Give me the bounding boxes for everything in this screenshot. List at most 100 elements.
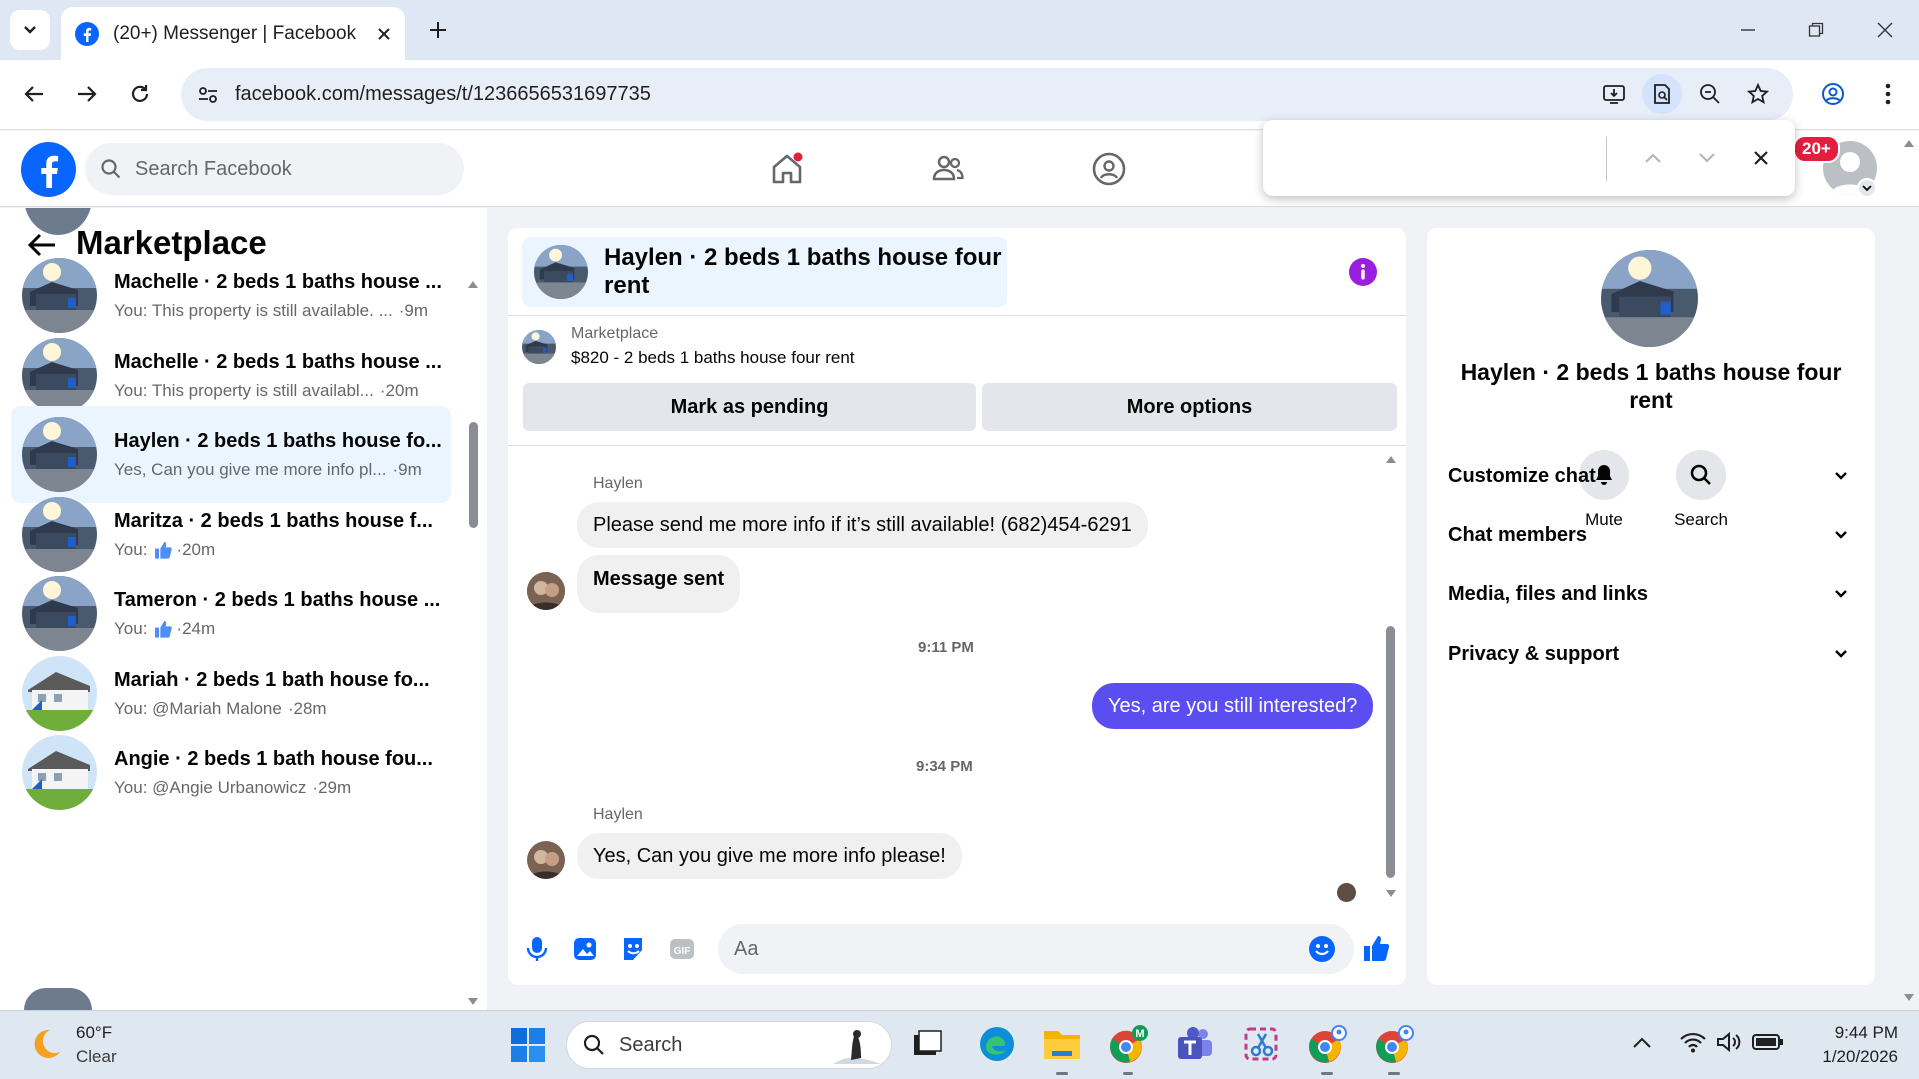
find-input[interactable] — [1277, 134, 1597, 182]
page-search-button[interactable] — [1642, 74, 1682, 114]
clock-date[interactable]: 1/20/2026 — [1780, 1047, 1898, 1067]
page-scroll-down-icon[interactable] — [1902, 992, 1916, 1004]
message-input[interactable]: Aa — [718, 924, 1354, 974]
info-icon[interactable] — [1348, 257, 1378, 287]
scroll-down-icon[interactable] — [466, 996, 480, 1008]
message-bubble-outgoing[interactable]: Yes, are you still interested? — [1092, 683, 1374, 729]
nav-home[interactable] — [751, 141, 823, 197]
page-scroll-up-icon[interactable] — [1902, 137, 1916, 149]
marketplace-listing[interactable]: Marketplace $820 - 2 beds 1 baths house … — [522, 325, 855, 368]
clock-time[interactable]: 9:44 PM — [1780, 1023, 1898, 1043]
reload-button[interactable] — [120, 74, 160, 114]
conversation-preview-line: You: · 20m — [114, 540, 433, 560]
find-in-page-bar — [1263, 120, 1795, 196]
message-bubble-incoming[interactable]: Message sent — [577, 555, 741, 613]
details-section-customize-chat[interactable]: Customize chat — [1448, 454, 1848, 498]
moon-weather-icon[interactable] — [28, 1026, 64, 1062]
more-options-button[interactable]: More options — [982, 383, 1397, 431]
conversation-time: 20m — [182, 539, 216, 559]
install-app-button[interactable] — [1594, 74, 1634, 114]
message-bubble-incoming[interactable]: Please send me more info if it’s still a… — [577, 502, 1148, 548]
nav-groups[interactable] — [1073, 141, 1145, 197]
facebook-search-bar[interactable]: Search Facebook — [85, 143, 464, 195]
close-tab-icon[interactable] — [377, 27, 391, 41]
chrome-profile-2-icon[interactable] — [1374, 1025, 1414, 1065]
conversation-preview-line: You: @Mariah Malone · 28m — [114, 699, 430, 719]
browser-tab[interactable]: (20+) Messenger | Facebook — [61, 7, 405, 60]
profile-button[interactable] — [1813, 74, 1853, 114]
close-icon — [1877, 22, 1893, 38]
conversation-preview-line: You: This property is still available. .… — [114, 301, 442, 321]
scrollbar-thumb[interactable] — [469, 422, 478, 528]
arrow-right-icon — [78, 86, 97, 102]
details-section-privacy-support[interactable]: Privacy & support — [1448, 632, 1848, 676]
section-label: Privacy & support — [1448, 642, 1620, 665]
sender-avatar — [527, 572, 565, 610]
details-section-chat-members[interactable]: Chat members — [1448, 513, 1848, 557]
forward-button[interactable] — [67, 74, 107, 114]
nav-friends[interactable] — [912, 141, 984, 197]
scroll-up-icon[interactable] — [466, 278, 480, 290]
volume-icon[interactable] — [1716, 1031, 1742, 1053]
minimize-icon — [1741, 29, 1755, 31]
timestamp: 9:34 PM — [916, 758, 973, 775]
find-next-button[interactable] — [1687, 138, 1727, 178]
section-label: Customize chat — [1448, 464, 1596, 487]
site-info-icon[interactable] — [197, 84, 219, 106]
chevron-up-icon[interactable] — [1632, 1035, 1652, 1049]
chat-scrollbar-thumb[interactable] — [1386, 626, 1395, 878]
conversation-name: Haylen · 2 beds 1 baths house fo... — [114, 429, 442, 452]
seen-indicator-avatar — [1337, 883, 1356, 902]
scroll-up-icon[interactable] — [1384, 453, 1398, 465]
tab-title: (20+) Messenger | Facebook — [113, 22, 357, 44]
account-menu-chevron[interactable] — [1857, 178, 1877, 198]
minimize-button[interactable] — [1725, 12, 1771, 48]
search-highlight-icon — [833, 1030, 881, 1064]
find-previous-button[interactable] — [1633, 138, 1673, 178]
scrollbar-track[interactable] — [466, 278, 480, 1008]
mark-as-pending-button[interactable]: Mark as pending — [523, 383, 976, 431]
wifi-icon[interactable] — [1680, 1031, 1706, 1053]
windows-start-icon[interactable] — [510, 1027, 546, 1063]
person-photo-icon — [527, 841, 565, 879]
chrome-profile-m-icon[interactable]: M — [1108, 1025, 1148, 1065]
browser-menu-button[interactable] — [1868, 74, 1908, 114]
scroll-down-icon[interactable] — [1384, 888, 1398, 900]
snipping-tool-icon[interactable] — [1242, 1025, 1280, 1063]
microphone-icon[interactable] — [524, 935, 550, 963]
new-tab-button[interactable] — [420, 12, 456, 48]
conversation-preview-line: You: This property is still availabl... ·… — [114, 381, 442, 401]
tab-list-button[interactable] — [10, 10, 50, 50]
thumbs-up-icon[interactable] — [1361, 933, 1391, 963]
chat-header[interactable]: Haylen · 2 beds 1 baths house four rent — [522, 237, 1007, 307]
bookmark-button[interactable] — [1738, 74, 1778, 114]
conversation-preview-line: You: · 24m — [114, 619, 440, 639]
details-section-media-files-and-links[interactable]: Media, files and links — [1448, 572, 1848, 616]
zoom-button[interactable] — [1690, 74, 1730, 114]
conversation-row[interactable]: Angie · 2 beds 1 bath house fou... You: @… — [11, 724, 451, 821]
find-close-button[interactable] — [1741, 138, 1781, 178]
sticker-icon[interactable] — [620, 935, 646, 963]
restore-button[interactable] — [1793, 12, 1839, 48]
thumbs-up-icon — [155, 541, 173, 559]
close-window-button[interactable] — [1862, 12, 1908, 48]
plus-icon — [430, 22, 446, 38]
emoji-icon[interactable] — [1308, 935, 1336, 963]
kebab-menu-icon — [1885, 83, 1891, 105]
listing-thumbnail — [522, 330, 556, 364]
address-bar[interactable]: facebook.com/messages/t/1236656531697735 — [181, 68, 1793, 121]
gif-icon[interactable]: GIF — [668, 935, 696, 963]
conversation-avatar — [22, 338, 97, 413]
message-bubble-incoming[interactable]: Yes, Can you give me more info please! — [577, 833, 962, 879]
teams-icon[interactable] — [1176, 1025, 1214, 1063]
find-divider — [1606, 137, 1607, 181]
file-explorer-icon[interactable] — [1042, 1025, 1082, 1063]
chrome-profile-icon[interactable] — [1307, 1025, 1347, 1065]
task-view-icon[interactable] — [910, 1027, 944, 1061]
photo-icon[interactable] — [572, 935, 598, 963]
taskbar-search[interactable]: Search — [566, 1021, 892, 1069]
edge-browser-icon[interactable] — [978, 1025, 1016, 1063]
back-button[interactable] — [14, 74, 54, 114]
section-label: Chat members — [1448, 523, 1587, 546]
facebook-logo-icon[interactable] — [21, 142, 76, 197]
